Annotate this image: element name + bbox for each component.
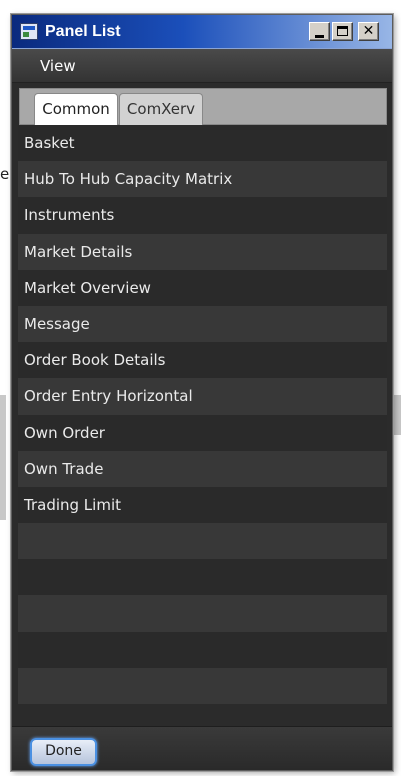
background-window-edge-right [394,395,401,435]
list-item[interactable]: Own Trade [18,450,387,487]
menu-bar: View [12,49,392,83]
done-button[interactable]: Done [30,738,97,766]
background-text: e [0,165,10,183]
background-window-edge [0,395,6,520]
tab-bar: Common ComXerv [19,88,387,126]
list-item[interactable]: Message [18,305,387,343]
list-item[interactable]: Order Entry Horizontal [18,378,387,415]
tab-comxerv[interactable]: ComXerv [119,93,203,126]
footer-bar: Done [12,726,392,770]
minimize-button[interactable] [309,22,330,41]
list-item[interactable]: Instruments [18,197,387,234]
empty-list-row [18,667,387,704]
list-item[interactable]: Order Book Details [18,342,387,379]
close-button[interactable]: ✕ [358,22,379,41]
list-item[interactable]: Own Order [18,414,387,451]
empty-list-row [18,523,387,560]
maximize-button[interactable] [332,22,353,41]
minimize-icon [315,35,324,38]
window-title: Panel List [45,23,121,40]
list-item[interactable]: Basket [18,125,387,162]
panel-list-window: Panel List ✕ View Common ComXerv Basket H… [11,14,393,771]
title-bar[interactable]: Panel List ✕ [12,15,392,49]
empty-list-row [18,559,387,596]
list-item[interactable]: Market Overview [18,269,387,306]
maximize-icon [337,26,348,36]
panel-list: Basket Hub To Hub Capacity Matrix Instrume… [18,125,387,725]
empty-list-row [18,631,387,668]
close-icon: ✕ [362,23,375,39]
empty-list-row [18,595,387,632]
app-window-icon [20,23,38,40]
menu-view[interactable]: View [37,56,79,76]
tab-common[interactable]: Common [34,93,118,126]
list-item[interactable]: Market Details [18,233,387,270]
list-item[interactable]: Hub To Hub Capacity Matrix [18,161,387,198]
list-item[interactable]: Trading Limit [18,486,387,524]
